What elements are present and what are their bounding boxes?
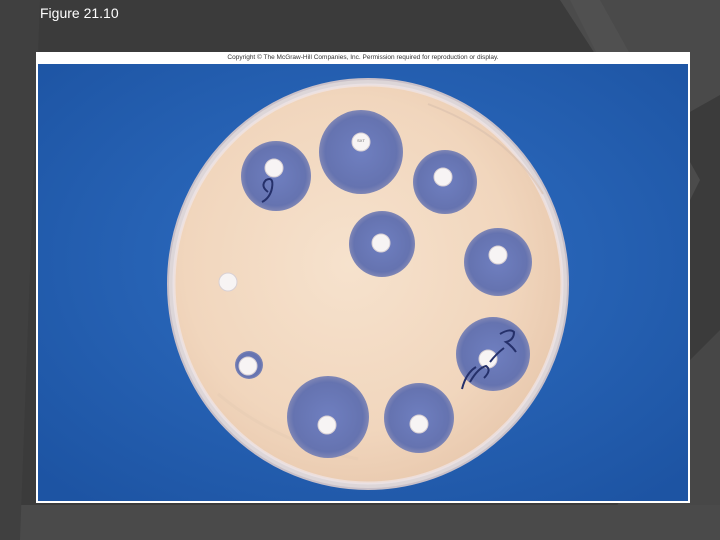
antibiotic-disk [317, 415, 337, 435]
antibiotic-disk [238, 356, 258, 376]
antibiotic-disk [218, 272, 238, 292]
agar-plate-photo: SXT [38, 64, 688, 501]
copyright-notice: Copyright © The McGraw-Hill Companies, I… [227, 54, 499, 61]
antibiotic-disk [371, 233, 391, 253]
figure-frame: Copyright © The McGraw-Hill Companies, I… [36, 52, 690, 503]
antibiotic-disk [478, 349, 498, 369]
antibiotic-disk [488, 245, 508, 265]
antibiotic-disk [433, 167, 453, 187]
slide-title: Figure 21.10 [40, 5, 119, 21]
inhibition-zone [319, 110, 403, 194]
disk-label: SXT [357, 138, 365, 143]
antibiotic-disk [264, 158, 284, 178]
antibiotic-disk [409, 414, 429, 434]
